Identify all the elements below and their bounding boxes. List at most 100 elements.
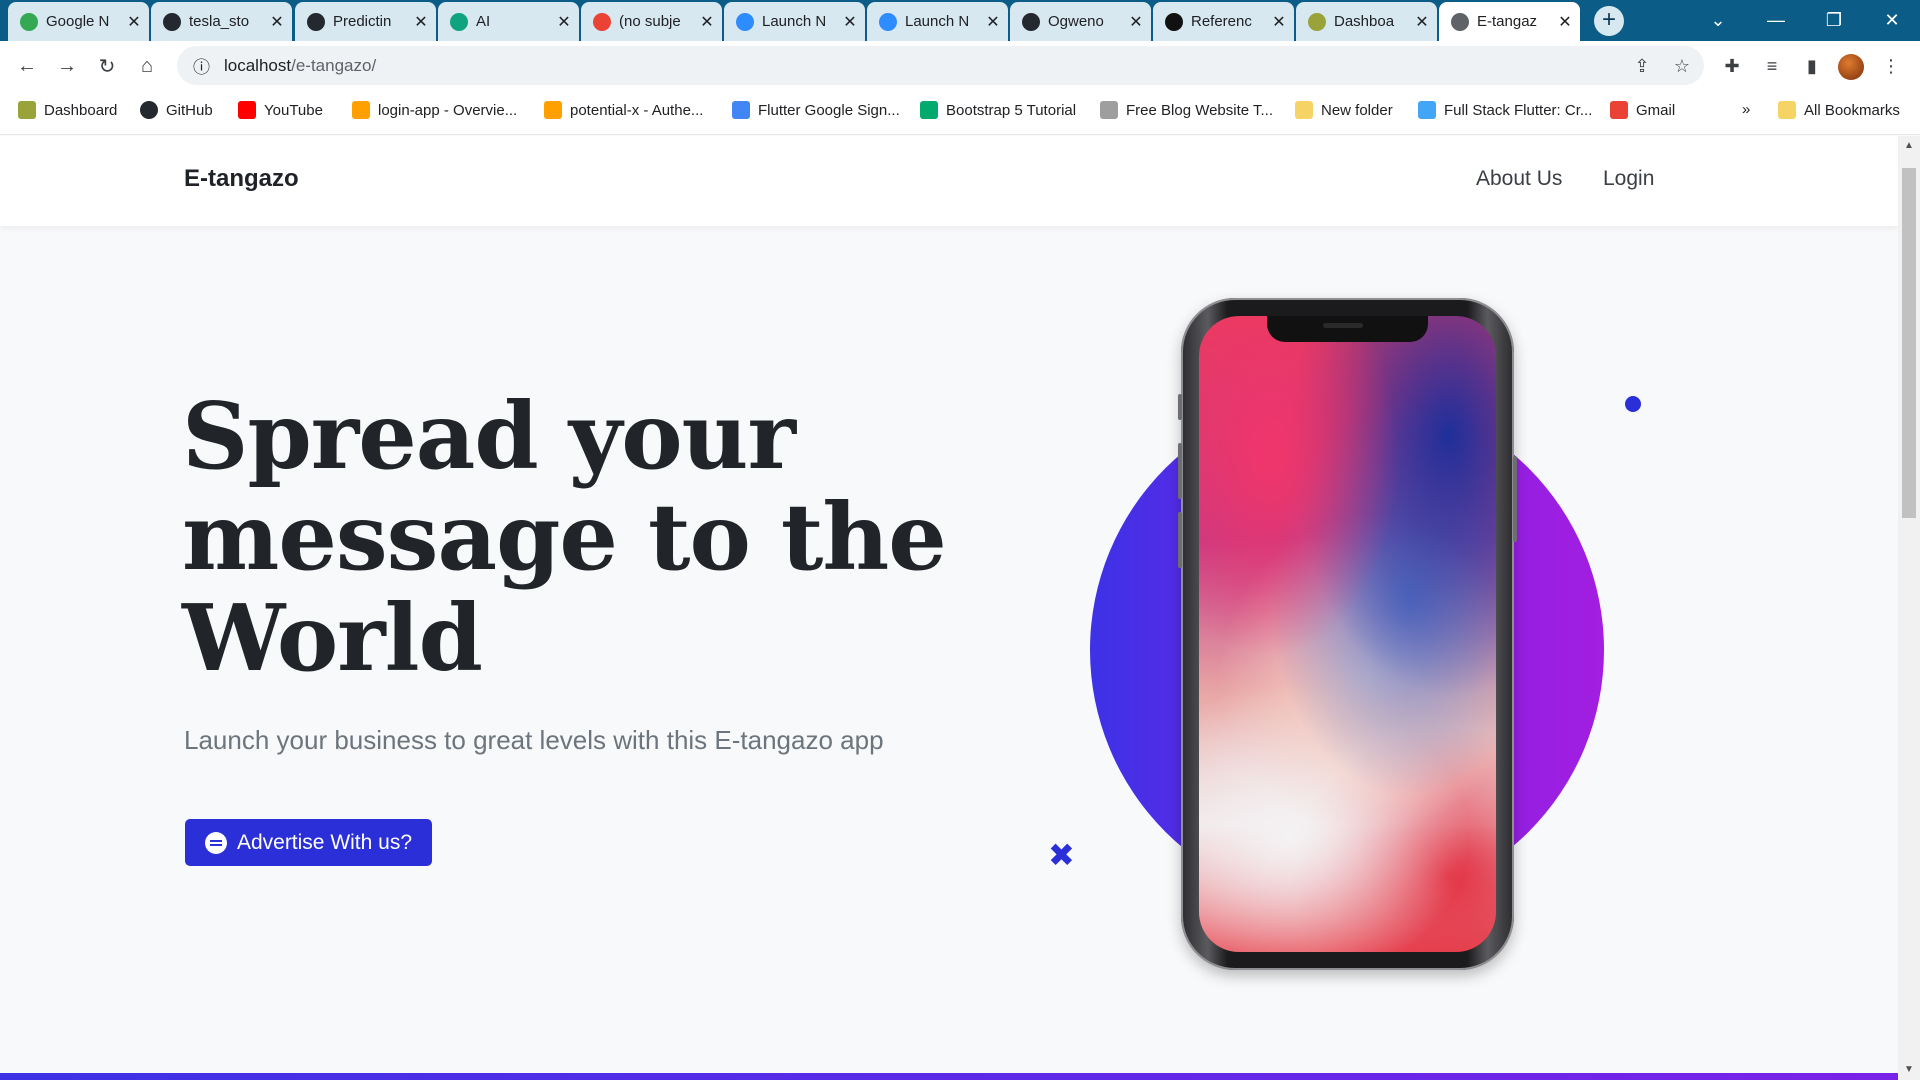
bookmark-item[interactable]: Bootstrap 5 Tutorial bbox=[920, 101, 1076, 119]
bookmark-label: Full Stack Flutter: Cr... bbox=[1444, 101, 1593, 119]
profile-avatar[interactable] bbox=[1838, 54, 1864, 80]
chat-icon bbox=[204, 831, 227, 854]
browser-tab-bar: Google N ✕ tesla_sto ✕ Predictin ✕ AI ✕ … bbox=[0, 0, 1920, 41]
close-icon[interactable]: ✕ bbox=[557, 12, 571, 32]
bookmark-item[interactable]: Dashboard bbox=[18, 101, 117, 119]
close-icon[interactable]: ✕ bbox=[1129, 12, 1143, 32]
url-path: /e-tangazo/ bbox=[291, 55, 377, 75]
browser-tab[interactable]: Dashboa ✕ bbox=[1296, 2, 1437, 41]
bookmark-label: GitHub bbox=[166, 101, 213, 119]
home-icon[interactable]: ⌂ bbox=[132, 51, 162, 81]
tab-title: Google N bbox=[46, 13, 110, 30]
bookmark-item[interactable]: Flutter Google Sign... bbox=[732, 101, 900, 119]
scroll-up-icon[interactable]: ▲ bbox=[1904, 140, 1914, 151]
browser-tab[interactable]: Referenc ✕ bbox=[1153, 2, 1294, 41]
bookmark-label: Bootstrap 5 Tutorial bbox=[946, 101, 1077, 119]
nav-about-link[interactable]: About Us bbox=[1476, 167, 1562, 191]
browser-tab[interactable]: Ogweno ✕ bbox=[1010, 2, 1151, 41]
site-brand[interactable]: E-tangazo bbox=[184, 165, 299, 193]
media-controls-icon[interactable]: ≡ bbox=[1757, 51, 1787, 81]
all-bookmarks-folder[interactable]: All Bookmarks bbox=[1778, 101, 1900, 119]
restore-icon[interactable]: ❐ bbox=[1806, 0, 1862, 41]
close-icon[interactable]: ✕ bbox=[1272, 12, 1286, 32]
side-panel-icon[interactable]: ▮ bbox=[1797, 51, 1827, 81]
page-scrollbar[interactable]: ▲ ▼ bbox=[1898, 136, 1920, 1080]
url-bar[interactable]: ⓘ localhost/e-tangazo/ bbox=[177, 46, 1704, 85]
tab-title: AI bbox=[476, 13, 491, 30]
advertise-button[interactable]: Advertise With us? bbox=[185, 819, 432, 866]
close-icon[interactable]: ✕ bbox=[1415, 12, 1429, 32]
google-maps-icon bbox=[20, 12, 38, 31]
bookmark-label: Dashboard bbox=[44, 101, 118, 119]
url-host: localhost bbox=[224, 55, 292, 75]
browser-tab[interactable]: Predictin ✕ bbox=[295, 2, 436, 41]
tab-title: Launch N bbox=[905, 13, 970, 30]
bookmark-label: potential-x - Authe... bbox=[570, 101, 704, 119]
browser-tab[interactable]: tesla_sto ✕ bbox=[151, 2, 292, 41]
github-icon bbox=[1022, 12, 1040, 31]
forward-icon[interactable]: → bbox=[52, 51, 82, 81]
bookmark-item[interactable]: potential-x - Authe... bbox=[544, 101, 703, 119]
scroll-down-icon[interactable]: ▼ bbox=[1904, 1064, 1914, 1075]
github-icon bbox=[163, 12, 181, 31]
bookmark-label: Free Blog Website T... bbox=[1126, 101, 1274, 119]
share-icon[interactable]: ⇪ bbox=[1627, 51, 1657, 81]
nav-login-link[interactable]: Login bbox=[1603, 167, 1654, 191]
bookmark-item[interactable]: Full Stack Flutter: Cr... bbox=[1418, 101, 1592, 119]
close-icon[interactable]: ✕ bbox=[127, 12, 141, 32]
bookmark-item[interactable]: login-app - Overvie... bbox=[352, 101, 517, 119]
close-icon[interactable]: ✕ bbox=[414, 12, 428, 32]
tab-title: Ogweno bbox=[1048, 13, 1104, 30]
browser-tab[interactable]: (no subje ✕ bbox=[581, 2, 722, 41]
decorative-dot bbox=[1625, 396, 1641, 412]
dashboard-icon bbox=[18, 101, 36, 119]
bookmark-item[interactable]: Gmail bbox=[1610, 101, 1675, 119]
extensions-icon[interactable]: ✚ bbox=[1717, 51, 1747, 81]
youtube-icon bbox=[238, 101, 256, 119]
flutter-icon bbox=[1418, 101, 1436, 119]
bookmark-label: All Bookmarks bbox=[1804, 101, 1900, 119]
phone-power-button bbox=[1513, 456, 1517, 542]
browser-tab[interactable]: Launch N ✕ bbox=[867, 2, 1008, 41]
bookmark-item[interactable]: Free Blog Website T... bbox=[1100, 101, 1273, 119]
bookmark-label: Flutter Google Sign... bbox=[758, 101, 900, 119]
new-tab-button[interactable]: + bbox=[1594, 6, 1624, 36]
tab-title: Dashboa bbox=[1334, 13, 1395, 30]
window-close-icon[interactable]: ✕ bbox=[1864, 0, 1920, 41]
close-icon[interactable]: ✕ bbox=[270, 12, 284, 32]
bookmark-folder[interactable]: New folder bbox=[1295, 101, 1393, 119]
url-text: localhost/e-tangazo/ bbox=[224, 56, 376, 76]
next-section-edge bbox=[0, 1073, 1898, 1080]
close-icon[interactable]: ✕ bbox=[700, 12, 714, 32]
phone-notch bbox=[1267, 316, 1428, 342]
reload-icon[interactable]: ↻ bbox=[92, 51, 122, 81]
close-icon[interactable]: ✕ bbox=[1558, 12, 1572, 32]
template-icon bbox=[1100, 101, 1118, 119]
back-icon[interactable]: ← bbox=[12, 51, 42, 81]
advertise-button-label: Advertise With us? bbox=[236, 830, 413, 854]
phone-mockup-image bbox=[1178, 298, 1517, 970]
tab-title: (no subje bbox=[619, 13, 681, 30]
zoom-icon bbox=[736, 12, 754, 31]
browser-tab[interactable]: AI ✕ bbox=[438, 2, 579, 41]
phone-volume-down bbox=[1178, 512, 1182, 568]
hero-title-line: Spread your bbox=[182, 382, 796, 490]
browser-tab[interactable]: Google N ✕ bbox=[8, 2, 149, 41]
browser-tab-active[interactable]: E-tangaz ✕ bbox=[1439, 2, 1580, 41]
tab-search-icon[interactable]: ⌄ bbox=[1690, 0, 1746, 41]
bookmark-star-icon[interactable]: ☆ bbox=[1667, 51, 1697, 81]
reference-icon bbox=[1165, 12, 1183, 31]
gmail-icon bbox=[1610, 101, 1628, 119]
site-info-icon[interactable]: ⓘ bbox=[193, 53, 210, 78]
bookmark-item[interactable]: YouTube bbox=[238, 101, 323, 119]
bookmark-item[interactable]: GitHub bbox=[140, 101, 213, 119]
close-icon[interactable]: ✕ bbox=[986, 12, 1000, 32]
more-bookmarks-icon[interactable]: » bbox=[1742, 101, 1750, 118]
tab-title: tesla_sto bbox=[189, 13, 250, 30]
close-icon[interactable]: ✕ bbox=[843, 12, 857, 32]
browser-menu-icon[interactable]: ⋮ bbox=[1876, 51, 1906, 81]
browser-tab[interactable]: Launch N ✕ bbox=[724, 2, 865, 41]
scrollbar-thumb[interactable] bbox=[1902, 168, 1916, 518]
minimize-icon[interactable]: — bbox=[1748, 0, 1804, 41]
bookmark-label: Gmail bbox=[1636, 101, 1676, 119]
